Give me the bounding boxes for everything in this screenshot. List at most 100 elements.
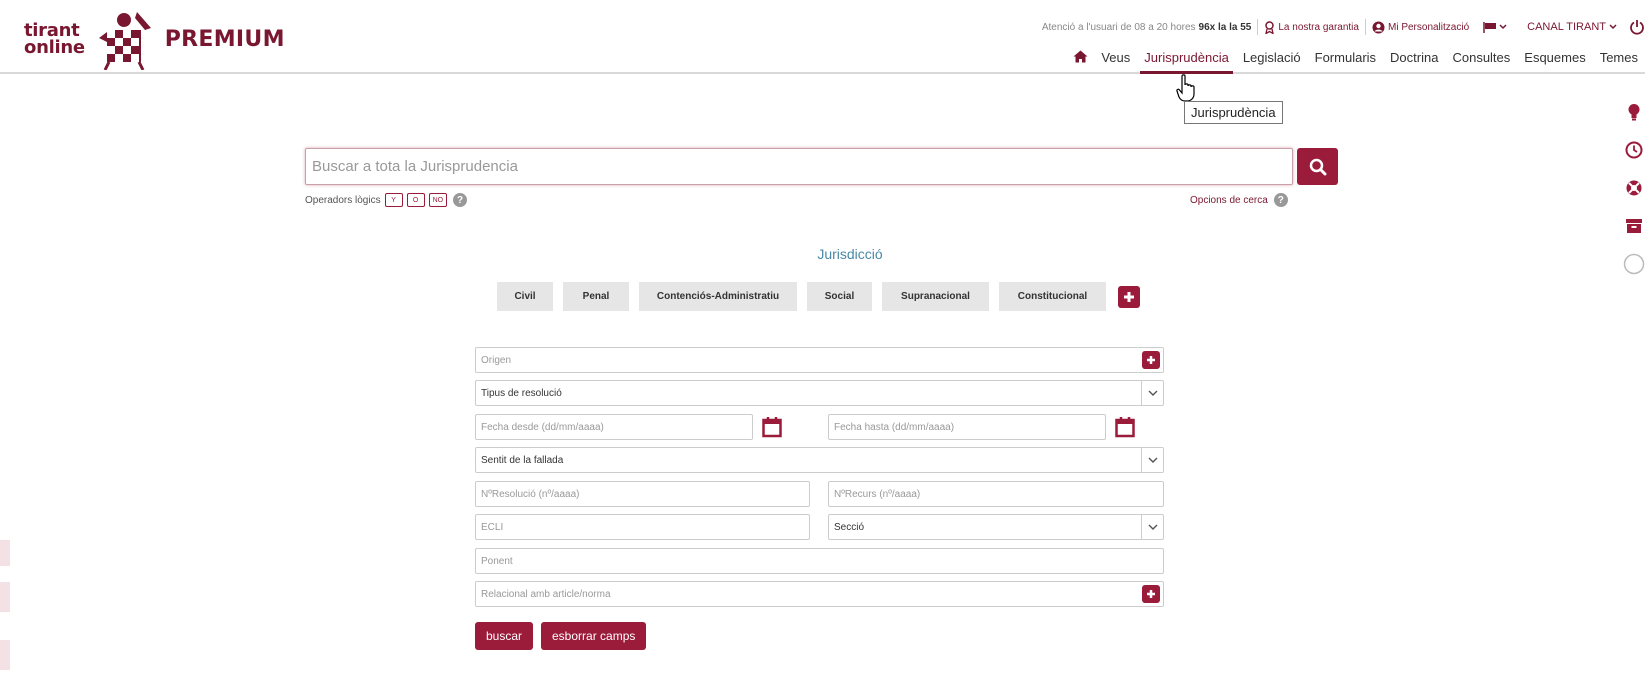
canal-tirant-menu[interactable]: CANAL TIRANT xyxy=(1527,21,1617,33)
support-phone: 96x la la 55 xyxy=(1198,21,1252,33)
fecha-desde-placeholder: Fecha desde (dd/mm/aaaa) xyxy=(481,421,604,433)
search-icon xyxy=(1309,158,1326,175)
search-input[interactable] xyxy=(305,148,1293,185)
n-resolucio-field[interactable]: NºResolució (nº/aaaa) xyxy=(475,481,810,507)
circle-icon xyxy=(1623,253,1645,275)
chevron-down-icon xyxy=(1141,448,1163,472)
jurisdiction-title: Jurisdicció xyxy=(817,246,883,262)
operator-or-button[interactable]: O xyxy=(406,193,425,207)
n-recurs-placeholder: NºRecurs (nº/aaaa) xyxy=(834,488,921,500)
nav-veus[interactable]: Veus xyxy=(1094,44,1137,74)
power-icon[interactable] xyxy=(1629,19,1645,35)
search-submit-button[interactable]: buscar xyxy=(475,622,534,650)
user-icon xyxy=(1372,21,1385,33)
side-toolbar xyxy=(1622,100,1645,290)
side-history[interactable] xyxy=(1622,138,1645,162)
search-options[interactable]: Opcions de cerca ? xyxy=(1190,193,1288,207)
logo-line2: online xyxy=(24,37,85,58)
nav-jurisprudencia[interactable]: Jurisprudència xyxy=(1137,44,1236,74)
jurisdiction-contencios[interactable]: Contenciós-Administratiu xyxy=(639,282,797,311)
logic-help-icon[interactable]: ? xyxy=(453,193,468,207)
knight-logo-icon xyxy=(98,12,151,70)
nav-home[interactable] xyxy=(1066,44,1094,74)
guarantee-link[interactable]: La nostra garantia xyxy=(1264,20,1359,34)
nav-legislacio[interactable]: Legislació xyxy=(1236,44,1308,74)
logic-operators: Operadors lògics Y O NO ? xyxy=(305,193,468,207)
nav-doctrina[interactable]: Doctrina xyxy=(1383,44,1445,74)
top-utility-bar: Atenció a l'usuari de 08 a 20 hores 96x … xyxy=(1042,17,1645,37)
logo[interactable]: tirant online PREMIUM xyxy=(24,10,285,70)
jurisdiction-buttons: Civil Penal Contenciós-Administratiu Soc… xyxy=(497,282,1140,311)
clock-icon xyxy=(1625,141,1643,159)
relacional-field[interactable]: Relacional amb article/norma xyxy=(475,581,1164,607)
ponent-field[interactable]: Ponent xyxy=(475,548,1164,574)
award-icon xyxy=(1265,20,1275,34)
seccio-select[interactable]: Secció xyxy=(828,514,1164,540)
personalization-label: Mi Personalització xyxy=(1387,21,1470,33)
side-help[interactable] xyxy=(1622,176,1645,200)
operator-and-button[interactable]: Y xyxy=(384,193,403,207)
nav-tooltip: Jurisprudència xyxy=(1184,101,1283,124)
calendar-icon[interactable] xyxy=(762,416,782,438)
chevron-down-icon xyxy=(1609,24,1617,30)
jurisdiction-penal[interactable]: Penal xyxy=(563,282,629,311)
jurisdiction-constitucional[interactable]: Constitucional xyxy=(999,282,1106,311)
nav-consultes[interactable]: Consultes xyxy=(1445,44,1517,74)
fecha-hasta-field[interactable]: Fecha hasta (dd/mm/aaaa) xyxy=(828,414,1106,440)
home-icon xyxy=(1073,50,1088,63)
logo-text: tirant online xyxy=(24,22,85,58)
lifebuoy-icon xyxy=(1626,180,1642,196)
relacional-placeholder: Relacional amb article/norma xyxy=(481,588,611,600)
sentit-label: Sentit de la fallada xyxy=(481,454,564,466)
sentit-fallada-select[interactable]: Sentit de la fallada xyxy=(475,447,1164,473)
n-resolucio-placeholder: NºResolució (nº/aaaa) xyxy=(481,488,580,500)
guarantee-label: La nostra garantia xyxy=(1278,21,1359,33)
calendar-icon[interactable] xyxy=(1115,416,1135,438)
search-button[interactable] xyxy=(1297,148,1338,185)
personalization-link[interactable]: Mi Personalització xyxy=(1372,21,1469,34)
edge-decoration xyxy=(0,582,10,612)
ecli-placeholder: ECLI xyxy=(481,521,504,533)
n-recurs-field[interactable]: NºRecurs (nº/aaaa) xyxy=(828,481,1164,507)
options-help-icon[interactable]: ? xyxy=(1273,193,1288,207)
tipus-resolucio-select[interactable]: Tipus de resolució xyxy=(475,380,1164,406)
clear-fields-button[interactable]: esborrar camps xyxy=(541,622,647,650)
tipus-label: Tipus de resolució xyxy=(481,387,562,399)
plus-icon xyxy=(1147,356,1155,364)
jurisdiction-social[interactable]: Social xyxy=(807,282,872,311)
chevron-down-icon xyxy=(1499,24,1507,30)
canal-label: CANAL TIRANT xyxy=(1527,21,1606,33)
jurisdiction-supranacional[interactable]: Supranacional xyxy=(882,282,989,311)
plus-icon xyxy=(1124,291,1134,302)
jurisdiction-civil[interactable]: Civil xyxy=(497,282,553,311)
edge-decoration xyxy=(0,640,10,670)
options-label: Opcions de cerca xyxy=(1190,194,1268,206)
main-nav: Veus Jurisprudència Legislació Formulari… xyxy=(1066,44,1645,74)
side-extra[interactable] xyxy=(1622,252,1645,276)
operator-not-button[interactable]: NO xyxy=(428,193,448,207)
ecli-field[interactable]: ECLI xyxy=(475,514,810,540)
archive-icon xyxy=(1626,219,1642,233)
side-tip[interactable] xyxy=(1622,100,1645,124)
support-hours: Atenció a l'usuari de 08 a 20 hores xyxy=(1041,21,1196,33)
fecha-desde-field[interactable]: Fecha desde (dd/mm/aaaa) xyxy=(475,414,753,440)
header: tirant online PREMIUM Atenció a l'usuari… xyxy=(0,0,1645,74)
origen-field[interactable]: Origen xyxy=(475,347,1164,373)
language-selector[interactable] xyxy=(1483,21,1507,33)
origen-add-button[interactable] xyxy=(1142,351,1160,369)
nav-formularis[interactable]: Formularis xyxy=(1308,44,1383,74)
lightbulb-icon xyxy=(1628,104,1640,121)
chevron-down-icon xyxy=(1141,515,1163,539)
nav-temes[interactable]: Temes xyxy=(1593,44,1645,74)
ponent-placeholder: Ponent xyxy=(481,555,513,567)
flag-icon xyxy=(1483,21,1497,33)
fecha-hasta-placeholder: Fecha hasta (dd/mm/aaaa) xyxy=(834,421,955,433)
nav-esquemes[interactable]: Esquemes xyxy=(1517,44,1592,74)
origen-placeholder: Origen xyxy=(481,354,512,366)
relacional-add-button[interactable] xyxy=(1142,585,1160,603)
logic-label: Operadors lògics xyxy=(305,194,381,206)
divider xyxy=(1257,19,1259,35)
jurisdiction-add-button[interactable] xyxy=(1118,285,1140,308)
plus-icon xyxy=(1147,590,1155,598)
side-archive[interactable] xyxy=(1622,214,1645,238)
